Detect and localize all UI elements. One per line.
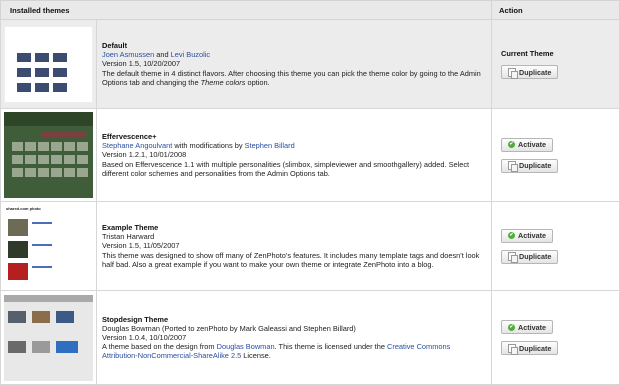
theme-version: Version 1.0.4, 10/10/2007	[102, 332, 187, 342]
check-icon: ✔	[508, 323, 515, 331]
theme-name: Default	[102, 41, 128, 51]
theme-description: Based on Effervescence 1.1 with multiple…	[102, 159, 470, 178]
duplicate-button[interactable]: Duplicate	[501, 65, 559, 79]
theme-info-stopdesign: Stopdesign Theme Douglas Bowman (Ported …	[96, 290, 492, 385]
theme-version: Version 1.2.1, 10/01/2008	[102, 150, 187, 160]
installed-themes-table: Installed themes Action Default Joen Asm…	[0, 0, 620, 385]
theme-authors: Joen Asmussen and Levi Buzolic	[102, 50, 211, 60]
check-icon: ✔	[508, 141, 515, 148]
table-header-row: Installed themes Action	[0, 0, 620, 20]
author-link[interactable]: Stephen Billard	[245, 141, 295, 150]
theme-row-effervescence: Effervescence+ Stephane Angoulvant with …	[0, 108, 620, 202]
author-link[interactable]: Stephane Angoulvant	[102, 141, 172, 150]
duplicate-icon	[508, 343, 518, 355]
theme-authors: Stephane Angoulvant with modifications b…	[102, 141, 295, 151]
duplicate-button[interactable]: Duplicate	[501, 158, 559, 173]
current-theme-label: Current Theme	[501, 49, 554, 58]
theme-description: The default theme in 4 distinct flavors.…	[102, 68, 481, 87]
duplicate-icon	[508, 67, 518, 79]
duplicate-icon	[508, 252, 518, 263]
theme-actions-effervescence: ✔ Activate Duplicate	[491, 108, 620, 202]
theme-author: Tristan Harward	[102, 232, 155, 242]
theme-info-example: Example Theme Tristan Harward Version 1.…	[96, 201, 492, 291]
theme-thumbnail-cell: shared.com photo	[0, 201, 97, 291]
author-link[interactable]: Levi Buzolic	[171, 50, 210, 59]
thumbnail-tiles	[17, 52, 77, 92]
theme-thumbnail-example[interactable]: shared.com photo	[4, 205, 93, 287]
col-action: Action	[491, 0, 620, 20]
theme-name: Example Theme	[102, 223, 159, 233]
theme-thumbnail-cell	[0, 108, 97, 202]
activate-button[interactable]: ✔ Activate	[501, 137, 553, 152]
theme-name: Effervescence+	[102, 132, 157, 142]
theme-author: Douglas Bowman (Ported to zenPhoto by Ma…	[102, 323, 356, 333]
theme-row-example: shared.com photo Example Theme Tristan H…	[0, 201, 620, 291]
theme-thumbnail-cell	[0, 290, 97, 385]
duplicate-button[interactable]: Duplicate	[501, 341, 559, 355]
theme-actions-default: Current Theme Duplicate	[491, 19, 620, 109]
theme-actions-example: ✔ Activate Duplicate	[491, 201, 620, 291]
theme-description: This theme was designed to show off many…	[102, 250, 480, 269]
theme-thumbnail-default[interactable]	[4, 25, 93, 103]
activate-button[interactable]: ✔ Activate	[501, 228, 553, 243]
activate-button[interactable]: ✔ Activate	[501, 320, 553, 334]
designer-link[interactable]: Douglas Bowman	[217, 342, 275, 351]
author-link[interactable]: Joen Asmussen	[102, 50, 154, 59]
col-installed-themes: Installed themes	[0, 0, 492, 20]
theme-version: Version 1.5, 11/05/2007	[102, 241, 180, 251]
theme-name: Stopdesign Theme	[102, 314, 169, 324]
theme-info-effervescence: Effervescence+ Stephane Angoulvant with …	[96, 108, 492, 202]
theme-version: Version 1.5, 10/20/2007	[102, 59, 181, 69]
theme-actions-stopdesign: ✔ Activate Duplicate	[491, 290, 620, 385]
duplicate-icon	[508, 161, 518, 172]
check-icon: ✔	[508, 232, 515, 239]
theme-thumbnail-cell	[0, 19, 97, 109]
duplicate-button[interactable]: Duplicate	[501, 249, 559, 264]
theme-row-default: Default Joen Asmussen and Levi Buzolic V…	[0, 19, 620, 109]
theme-thumbnail-effervescence[interactable]	[4, 112, 93, 198]
theme-description: A theme based on the design from Douglas…	[102, 342, 451, 361]
theme-row-stopdesign: Stopdesign Theme Douglas Bowman (Ported …	[0, 290, 620, 385]
theme-info-default: Default Joen Asmussen and Levi Buzolic V…	[96, 19, 492, 109]
theme-thumbnail-stopdesign[interactable]	[4, 294, 93, 381]
